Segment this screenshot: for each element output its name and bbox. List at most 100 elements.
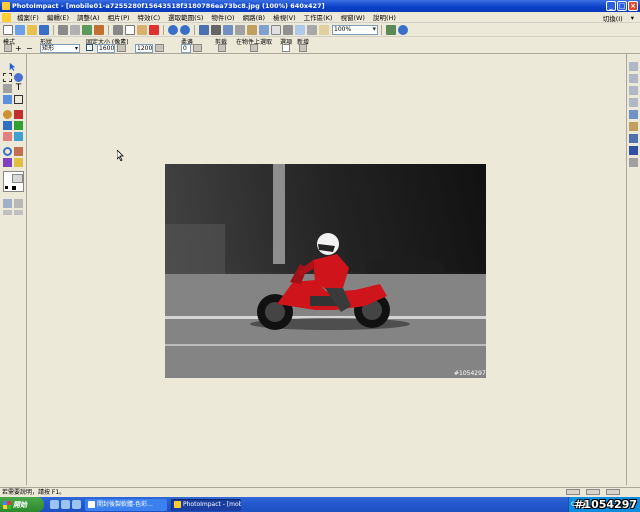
media-icon[interactable]	[72, 500, 81, 509]
preview-mode-icon[interactable]	[14, 210, 23, 215]
retouch-icon[interactable]	[3, 121, 12, 130]
new-icon[interactable]	[299, 44, 307, 52]
menu-switch[interactable]: 切換(I)	[603, 13, 623, 23]
photo-canvas[interactable]: #1054297	[165, 164, 486, 378]
taskbar-item-photoimpact[interactable]: PhotoImpact - [mobile...	[171, 498, 241, 511]
menu-selection[interactable]: 選取範圍(S)	[164, 12, 207, 22]
scan-icon[interactable]	[82, 24, 92, 35]
frame-icon[interactable]	[259, 24, 269, 35]
image-icon[interactable]	[223, 24, 233, 35]
cut-icon[interactable]	[113, 24, 123, 35]
lasso-icon[interactable]	[14, 73, 23, 82]
print-icon[interactable]	[58, 24, 68, 35]
grid-icon[interactable]	[283, 24, 293, 35]
height-spinner-icon[interactable]	[155, 44, 164, 52]
menu-web[interactable]: 網路(B)	[239, 12, 270, 22]
shape-select[interactable]: 矩形 ▾	[40, 44, 80, 53]
menu-switch-arrow[interactable]: ▾	[631, 14, 634, 22]
navigator-icon[interactable]	[629, 158, 638, 167]
copy-icon[interactable]	[125, 24, 135, 35]
minimize-button[interactable]: _	[606, 1, 616, 11]
soft-edge-spinner-icon[interactable]	[193, 44, 202, 52]
fill-icon[interactable]	[3, 110, 12, 119]
channel-icon[interactable]	[629, 86, 638, 95]
stamp-icon[interactable]	[14, 132, 23, 141]
mode-subtract-icon[interactable]: −	[26, 44, 33, 53]
select-on-object-icon[interactable]	[250, 44, 258, 52]
quick-command-icon[interactable]	[629, 134, 638, 143]
height-field[interactable]: 1200	[135, 44, 153, 53]
crop-icon[interactable]	[247, 24, 257, 35]
display-icon[interactable]	[199, 24, 209, 35]
menu-window[interactable]: 視窗(W)	[336, 12, 369, 22]
taskbar-item-browser[interactable]: 開封後製軟體-色彩...	[85, 498, 167, 511]
send-icon[interactable]	[94, 24, 104, 35]
menu-workspace[interactable]: 工作區(K)	[300, 12, 337, 22]
redo-icon[interactable]	[180, 24, 190, 35]
menu-object[interactable]: 物件(O)	[207, 12, 238, 22]
start-button[interactable]: 開始	[0, 497, 44, 512]
delete-icon[interactable]	[149, 24, 159, 35]
menu-edit[interactable]: 編輯(E)	[43, 12, 73, 22]
pick-tool-icon[interactable]	[8, 62, 17, 71]
menu-file[interactable]: 檔案(F)	[13, 12, 43, 22]
layer-manager-icon[interactable]	[629, 74, 638, 83]
width-spinner-icon[interactable]	[117, 44, 126, 52]
save-icon[interactable]	[39, 24, 49, 35]
clone-icon[interactable]	[14, 121, 23, 130]
history-icon[interactable]	[629, 98, 638, 107]
outlook-icon[interactable]	[61, 500, 70, 509]
path-tool-icon[interactable]	[14, 158, 23, 167]
default-colors-icon[interactable]	[5, 186, 8, 189]
menu-effect[interactable]: 特效(C)	[134, 12, 165, 22]
panel-tool-icon[interactable]	[14, 199, 23, 208]
tile-icon[interactable]	[307, 24, 317, 35]
background-color-swatch[interactable]	[12, 174, 23, 183]
paste-icon[interactable]	[137, 24, 147, 35]
transform-icon[interactable]	[3, 95, 12, 104]
standard-selection-icon[interactable]	[3, 73, 12, 82]
zoom-tool-icon[interactable]	[3, 147, 12, 156]
width-field[interactable]: 1600	[97, 44, 115, 53]
new-web-icon[interactable]	[15, 24, 25, 35]
mode-new-icon[interactable]	[4, 44, 12, 52]
window-icon[interactable]	[295, 24, 305, 35]
options-icon[interactable]	[282, 44, 290, 52]
foreground-color-swatch[interactable]	[12, 186, 16, 190]
zoom-select[interactable]: 100%	[332, 24, 378, 35]
menu-view[interactable]: 檢視(V)	[269, 12, 300, 22]
help-icon[interactable]	[398, 24, 408, 35]
magic-wand-icon[interactable]	[3, 84, 12, 93]
navigate-icon[interactable]	[386, 24, 396, 35]
document-icon[interactable]	[2, 12, 11, 22]
soft-edge-field[interactable]: 0	[181, 44, 191, 53]
menu-help[interactable]: 說明(H)	[369, 12, 400, 22]
layout-icon[interactable]	[271, 24, 281, 35]
crop-tool-box-icon[interactable]	[14, 95, 23, 104]
resize-icon[interactable]	[235, 24, 245, 35]
fit-icon[interactable]	[319, 24, 329, 35]
eraser-icon[interactable]	[3, 132, 12, 141]
crop-tool-icon[interactable]	[218, 44, 226, 52]
open-folder-icon[interactable]	[27, 24, 37, 35]
mode-add-icon[interactable]: +	[15, 44, 22, 53]
fixed-size-checkbox[interactable]	[86, 44, 93, 51]
new-file-icon[interactable]	[3, 24, 13, 35]
eyedropper-icon[interactable]	[14, 147, 23, 156]
gallery-icon[interactable]	[629, 122, 638, 131]
panel-manager-icon[interactable]	[629, 62, 638, 71]
layout-tool-icon[interactable]	[3, 199, 12, 208]
text-tool-icon[interactable]: T	[14, 84, 23, 93]
print-preview-icon[interactable]	[70, 24, 80, 35]
mask-mode-icon[interactable]	[3, 210, 12, 215]
easy-palette-icon[interactable]	[629, 110, 638, 119]
workspace[interactable]: #1054297	[28, 54, 626, 485]
paint-icon[interactable]	[14, 110, 23, 119]
menu-photo[interactable]: 相片(P)	[104, 12, 134, 22]
maximize-button[interactable]: □	[617, 1, 627, 11]
camera-icon[interactable]	[211, 24, 221, 35]
ie-icon[interactable]	[50, 500, 59, 509]
line-tool-icon[interactable]	[3, 158, 12, 167]
close-button[interactable]: ×	[628, 1, 638, 11]
undo-icon[interactable]	[168, 24, 178, 35]
